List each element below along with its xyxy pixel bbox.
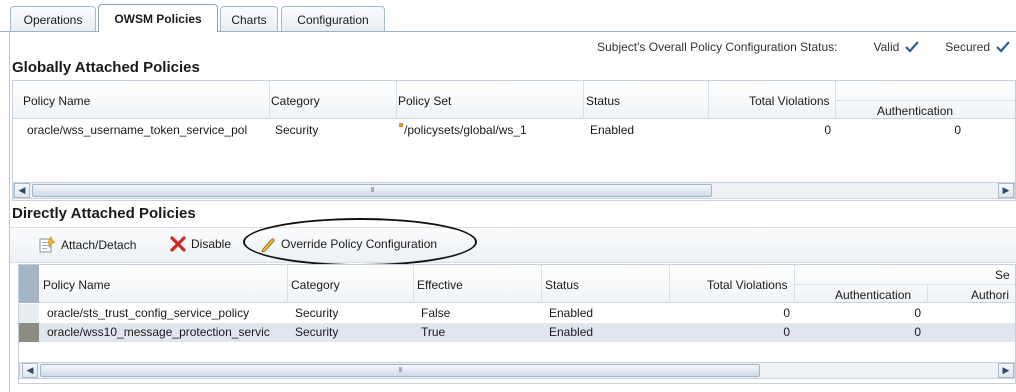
policy-name-cell: oracle/sts_trust_config_service_policy — [47, 306, 250, 320]
category-cell: Security — [275, 123, 319, 137]
tab-label: Operations — [23, 12, 83, 27]
tab-label: Configuration — [297, 12, 369, 27]
status-label: Subject's Overall Policy Configuration S… — [597, 40, 838, 54]
col-authentication[interactable]: Authentication — [835, 288, 911, 302]
col-policy-name[interactable]: Policy Name — [23, 94, 90, 108]
scroll-thumb[interactable]: III — [32, 184, 712, 197]
col-total-violations[interactable]: Total Violations — [707, 278, 788, 292]
valid-check-icon — [905, 41, 920, 53]
col-authorization[interactable]: Authori — [971, 288, 1009, 302]
col-category[interactable]: Category — [271, 94, 320, 108]
pencil-icon — [261, 238, 275, 252]
total-violations-cell: 0 — [783, 306, 790, 320]
status-cell: Enabled — [590, 123, 635, 137]
col-total-violations[interactable]: Total Violations — [749, 94, 830, 108]
disable-x-icon — [170, 236, 186, 252]
secured-check-icon — [996, 41, 1010, 53]
table-header: Policy Name Category Policy Set Status T… — [13, 81, 1015, 119]
col-security-group: Se — [995, 268, 1010, 282]
direct-policies-table: Policy Name Category Effective Status To… — [18, 264, 1016, 384]
col-effective[interactable]: Effective — [417, 278, 463, 292]
effective-cell: True — [421, 325, 446, 339]
tab-bar: Operations OWSM Policies Charts Configur… — [0, 0, 1016, 32]
policy-name-cell: oracle/wss_username_token_service_pol — [27, 123, 248, 137]
col-status[interactable]: Status — [586, 94, 620, 108]
policy-toolbar: Attach/Detach Disable Override Policy Co… — [10, 227, 1016, 263]
override-policy-configuration-button[interactable]: Override Policy Configuration — [260, 236, 437, 252]
scroll-right-icon[interactable]: ▶ — [998, 363, 1014, 378]
effective-cell: False — [421, 306, 451, 320]
tab-label: Charts — [231, 12, 267, 27]
tab-charts[interactable]: Charts — [220, 6, 278, 32]
global-policies-title: Globally Attached Policies — [12, 59, 200, 76]
horizontal-scrollbar[interactable]: ◀ III ▶ — [19, 362, 1015, 379]
tab-operations[interactable]: Operations — [10, 6, 96, 32]
scroll-grip: III — [370, 187, 375, 194]
panel-border — [9, 32, 10, 392]
table-row[interactable]: oracle/wss_username_token_service_pol Se… — [13, 121, 1015, 140]
policy-name-cell: oracle/wss10_message_protection_servic — [47, 325, 270, 339]
authentication-cell: 0 — [954, 123, 961, 137]
override-label: Override Policy Configuration — [281, 237, 438, 251]
global-policies-table: Policy Name Category Policy Set Status T… — [12, 80, 1016, 201]
attach-icon — [39, 236, 56, 253]
row-selector-header — [19, 265, 39, 303]
tab-label: OWSM Policies — [114, 11, 202, 26]
col-policy-set[interactable]: Policy Set — [398, 94, 451, 108]
authentication-cell: 0 — [914, 306, 921, 320]
category-cell: Security — [295, 325, 339, 339]
table-header: Policy Name Category Effective Status To… — [19, 265, 1015, 303]
table-row[interactable]: oracle/sts_trust_config_service_policy S… — [19, 304, 1015, 323]
col-policy-name[interactable]: Policy Name — [43, 278, 110, 292]
row-selector[interactable] — [19, 304, 39, 323]
scroll-grip: III — [398, 367, 403, 374]
scroll-right-icon[interactable]: ▶ — [998, 183, 1014, 198]
disable-button[interactable]: Disable — [170, 236, 231, 252]
col-category[interactable]: Category — [291, 278, 340, 292]
secured-label: Secured — [945, 40, 990, 54]
status-cell: Enabled — [549, 325, 594, 339]
direct-policies-title: Directly Attached Policies — [12, 205, 196, 222]
policy-set-marker-icon — [399, 123, 403, 127]
total-violations-cell: 0 — [783, 325, 790, 339]
attach-detach-button[interactable]: Attach/Detach — [38, 236, 136, 254]
tab-owsm-policies[interactable]: OWSM Policies — [98, 4, 218, 32]
col-authentication[interactable]: Authentication — [877, 104, 953, 118]
tab-configuration[interactable]: Configuration — [281, 6, 385, 32]
scroll-left-icon[interactable]: ◀ — [22, 363, 38, 378]
policy-status-row: Subject's Overall Policy Configuration S… — [597, 39, 1010, 55]
total-violations-cell: 0 — [824, 123, 831, 137]
status-cell: Enabled — [549, 306, 594, 320]
valid-label: Valid — [873, 40, 900, 54]
attach-detach-label: Attach/Detach — [61, 238, 137, 252]
col-status[interactable]: Status — [545, 278, 579, 292]
policy-set-cell[interactable]: /policysets/global/ws_1 — [404, 123, 527, 137]
scroll-thumb[interactable]: III — [40, 364, 760, 377]
horizontal-scrollbar[interactable]: ◀ III ▶ — [13, 182, 1015, 199]
authentication-cell: 0 — [914, 325, 921, 339]
row-selector[interactable] — [19, 323, 39, 342]
disable-label: Disable — [191, 237, 232, 251]
scroll-left-icon[interactable]: ◀ — [14, 183, 30, 198]
table-row-selected[interactable]: oracle/wss10_message_protection_servic S… — [19, 323, 1015, 342]
category-cell: Security — [295, 306, 339, 320]
